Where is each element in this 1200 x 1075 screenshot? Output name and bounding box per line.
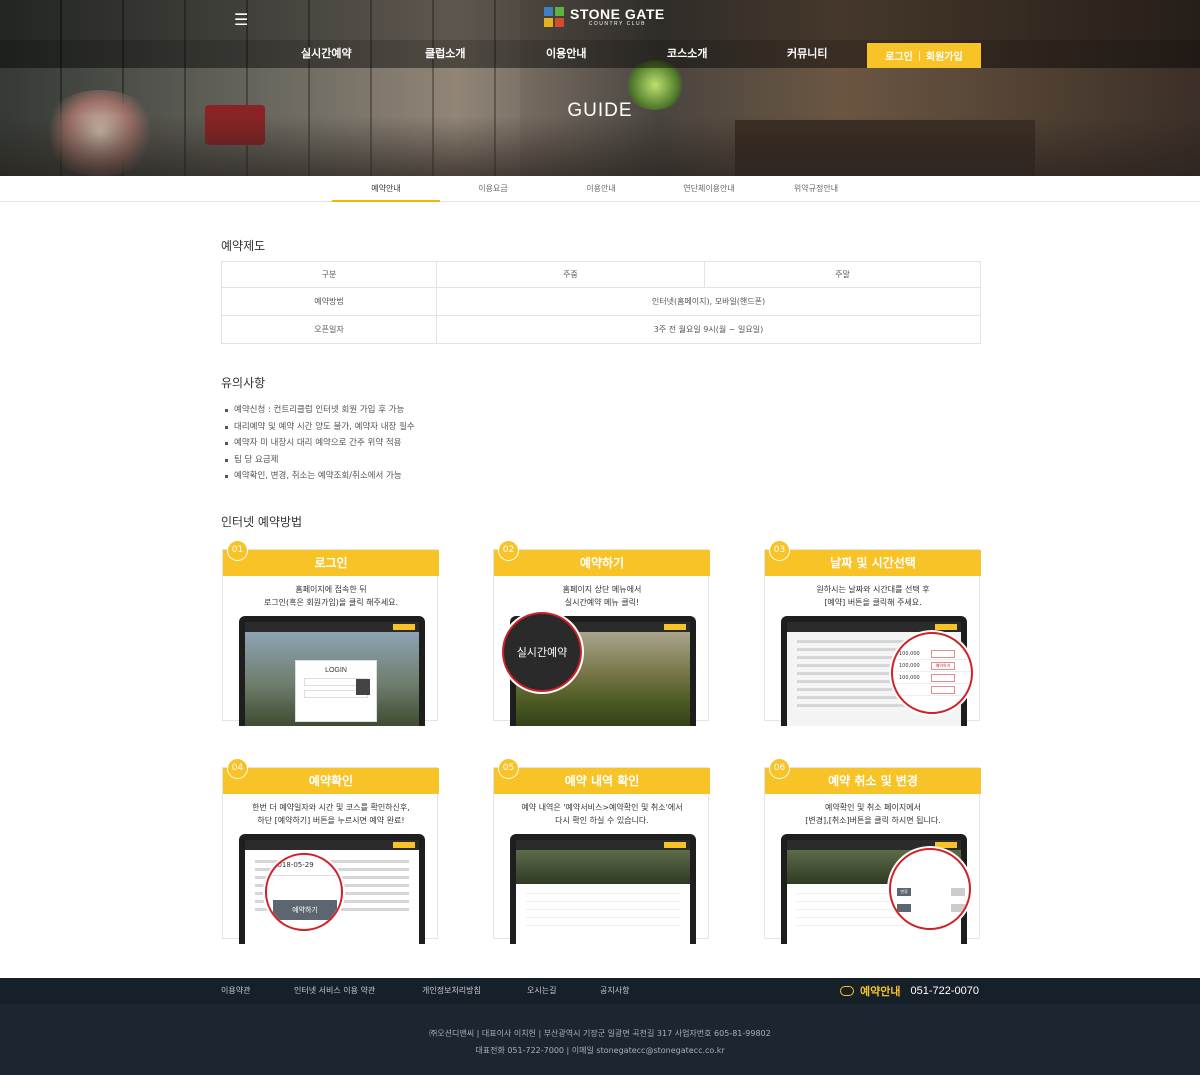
footer-reserve-info: 예약안내 051-722-0070 xyxy=(840,978,979,1004)
nav-item-club[interactable]: 클럽소개 xyxy=(425,40,465,68)
table-cell: 오픈일자 xyxy=(221,315,437,344)
screen-label: LOGIN xyxy=(325,667,347,674)
step-desc-line: 로그인(혹은 회원가입)을 클릭 해주세요. xyxy=(263,598,399,607)
magnifier-change-cancel: 변경 xyxy=(889,848,971,930)
list-item: 예약확인, 변경, 취소는 예약조회/취소에서 가능 xyxy=(224,468,415,485)
screen-label: 예약하기 xyxy=(931,662,955,670)
step-card-login: 로그인 01 홈페이지에 접속한 뒤로그인(혹은 회원가입)을 클릭 해주세요.… xyxy=(222,540,439,726)
logo-title: STONE GATE xyxy=(570,6,665,22)
logo-mark-icon xyxy=(544,7,564,27)
step-desc-line: 예약확인 및 취소 페이지에서 xyxy=(825,803,921,812)
tab-penalty[interactable]: 위약규정안내 xyxy=(762,176,870,202)
hero-floor xyxy=(0,116,1200,176)
step-title: 예약확인 xyxy=(223,768,439,794)
footer-contact-info: 대표전화 051-722-7000 | 이메일 stonegatecc@ston… xyxy=(475,1046,725,1055)
screen-label: 예약하기 xyxy=(273,900,337,920)
footer-link-service-terms[interactable]: 인터넷 서비스 이용 약관 xyxy=(294,978,375,1004)
table-cell: 3주 전 월요일 9시(월 ~ 일요일) xyxy=(436,315,981,344)
section-title-steps: 인터넷 예약방법 xyxy=(221,515,303,529)
magnifier-confirm: 2018-05-29 예약하기 xyxy=(265,853,343,931)
step-desc-line: 실시간예약 메뉴 클릭! xyxy=(564,598,640,607)
tab-group[interactable]: 연단체이용안내 xyxy=(655,176,763,202)
magnifier-reserve-buttons: 100,000 100,000 예약하기 100,000 xyxy=(891,632,973,714)
laptop-screenshot: LOGIN xyxy=(239,616,425,726)
table-header: 구분 xyxy=(221,261,437,288)
step-title: 날짜 및 시간선택 xyxy=(765,550,981,576)
list-item: 예약자 미 내장시 대리 예약으로 간주 위약 적용 xyxy=(224,435,415,452)
table-header-row: 구분 주중 주말 xyxy=(221,261,981,288)
footer-link-directions[interactable]: 오시는길 xyxy=(527,978,556,1004)
join-button[interactable]: 회원가입 xyxy=(926,48,963,63)
table-row: 오픈일자 3주 전 월요일 9시(월 ~ 일요일) xyxy=(221,315,981,344)
screen-label: 실시간예약 xyxy=(516,646,568,659)
step-title: 예약 취소 및 변경 xyxy=(765,768,981,794)
nav-item-course[interactable]: 코스소개 xyxy=(667,40,707,68)
section-title-reservation: 예약제도 xyxy=(221,239,266,253)
step-desc-line: 홈페이지 상단 메뉴에서 xyxy=(562,585,642,594)
login-button[interactable]: 로그인 xyxy=(885,48,913,63)
magnifier-realtime: 실시간예약 xyxy=(502,612,582,692)
step-desc-line: 한번 더 예약일자와 시간 및 코스를 확인하신후, xyxy=(252,803,410,812)
step-desc-line: 홈페이지에 접속한 뒤 xyxy=(295,585,367,594)
list-item: 팀 당 요금제 xyxy=(224,452,415,469)
step-desc-line: 원하시는 날짜와 시간대를 선택 후 xyxy=(816,585,930,594)
step-number: 02 xyxy=(498,540,519,561)
step-number: 03 xyxy=(769,540,790,561)
screen-label: 변경 xyxy=(897,888,911,896)
list-item: 대리예약 및 예약 시간 양도 불가, 예약자 내장 필수 xyxy=(224,419,415,436)
section-title-notes: 유의사항 xyxy=(221,376,266,390)
history-table xyxy=(526,886,680,926)
table-header: 주중 xyxy=(436,261,705,288)
reservation-table: 구분 주중 주말 예약방법 인터넷(홈페이지), 모바일(핸드폰) 오픈일자 3… xyxy=(221,261,981,344)
footer-reserve-label: 예약안내 xyxy=(860,985,901,998)
step-title: 로그인 xyxy=(223,550,439,576)
page-title: GUIDE xyxy=(567,100,633,121)
tab-fees[interactable]: 이용요금 xyxy=(439,176,547,202)
step-title: 예약 내역 확인 xyxy=(494,768,710,794)
menu-icon[interactable]: ☰ xyxy=(234,10,252,30)
nav-item-community[interactable]: 커뮤니티 xyxy=(787,40,827,68)
table-cell: 인터넷(홈페이지), 모바일(핸드폰) xyxy=(436,287,981,316)
footer-company-info: ㈜오션디앤씨 | 대표이사 이치헌 | 부산광역시 기장군 일광면 곡천길 31… xyxy=(429,1029,771,1038)
step-desc-line: 예약 내역은 '예약서비스>예약확인 및 취소'에서 xyxy=(521,803,683,812)
nav-item-guide[interactable]: 이용안내 xyxy=(546,40,586,68)
golf-cart-icon xyxy=(840,986,854,996)
auth-box: 로그인 회원가입 xyxy=(867,43,981,68)
step-number: 05 xyxy=(498,758,519,779)
footer-reserve-phone: 051-722-0070 xyxy=(910,985,979,997)
step-desc-line: 하단 [예약하기] 버튼을 누르시면 예약 완료! xyxy=(257,816,405,825)
laptop-screenshot xyxy=(510,834,696,944)
hero-banner: ☰ STONE GATE COUNTRY CLUB 실시간예약 클럽소개 이용안… xyxy=(0,0,1200,176)
table-header: 주말 xyxy=(704,261,981,288)
footer-info-bar xyxy=(0,1004,1200,1075)
step-number: 04 xyxy=(227,758,248,779)
table-row: 예약방법 인터넷(홈페이지), 모바일(핸드폰) xyxy=(221,287,981,316)
logo[interactable]: STONE GATE COUNTRY CLUB xyxy=(544,7,665,27)
nav-item-realtime[interactable]: 실시간예약 xyxy=(301,40,352,68)
step-desc-line: [예약] 버튼을 클릭해 주세요. xyxy=(824,598,922,607)
login-card: LOGIN xyxy=(295,660,377,722)
footer-link-notice[interactable]: 공지사항 xyxy=(600,978,629,1004)
step-card-datetime: 날짜 및 시간선택 03 원하시는 날짜와 시간대를 선택 후 [예약] 버튼을 … xyxy=(764,540,981,726)
step-desc-line: [변경],[취소]버튼을 클릭 하시면 됩니다. xyxy=(805,816,941,825)
footer-link-terms[interactable]: 이용약관 xyxy=(221,978,250,1004)
step-card-reserve: 예약하기 02 홈페이지 상단 메뉴에서실시간예약 메뉴 클릭! 실시간예약 xyxy=(493,540,710,726)
auth-divider xyxy=(918,50,920,61)
footer-link-privacy[interactable]: 개인정보처리방침 xyxy=(422,978,481,1004)
sub-tabs: 예약안내 이용요금 이용안내 연단체이용안내 위약규정안내 xyxy=(0,176,1200,202)
step-number: 01 xyxy=(227,540,248,561)
table-cell: 예약방법 xyxy=(221,287,437,316)
step-card-confirm: 예약확인 04 한번 더 예약일자와 시간 및 코스를 확인하신후, 하단 [예약… xyxy=(222,758,439,944)
step-card-history: 예약 내역 확인 05 예약 내역은 '예약서비스>예약확인 및 취소'에서다시… xyxy=(493,758,710,944)
nav-bar xyxy=(0,40,1200,68)
step-card-cancel: 예약 취소 및 변경 06 예약확인 및 취소 페이지에서 [변경],[취소]버튼… xyxy=(764,758,981,944)
step-title: 예약하기 xyxy=(494,550,710,576)
tab-usage[interactable]: 이용안내 xyxy=(547,176,655,202)
step-number: 06 xyxy=(769,758,790,779)
notes-list: 예약신청 : 컨트리클럽 인터넷 회원 가입 후 가능 대리예약 및 예약 시간… xyxy=(224,402,415,485)
step-desc-line: 다시 확인 하실 수 있습니다. xyxy=(555,816,649,825)
tab-reservation[interactable]: 예약안내 xyxy=(332,176,440,202)
list-item: 예약신청 : 컨트리클럽 인터넷 회원 가입 후 가능 xyxy=(224,402,415,419)
